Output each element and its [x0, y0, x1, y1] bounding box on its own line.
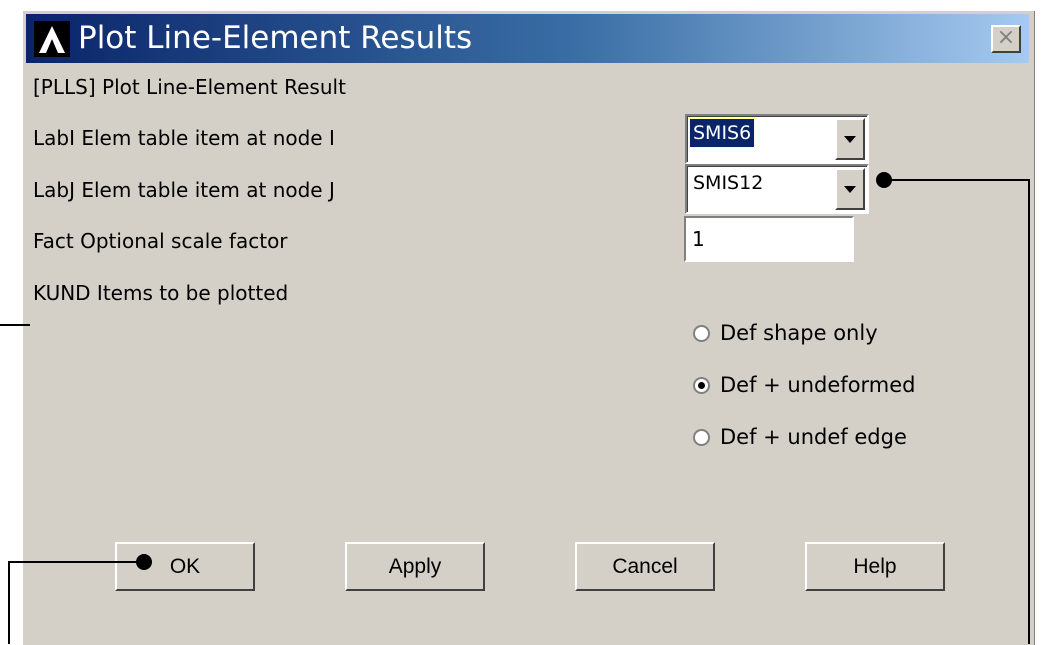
- close-icon: ×: [996, 25, 1016, 50]
- radio-label: Def shape only: [720, 321, 878, 345]
- command-label: [PLLS] Plot Line-Element Result: [33, 75, 346, 99]
- apply-button[interactable]: Apply: [345, 542, 485, 591]
- window-title: Plot Line-Element Results: [78, 20, 473, 56]
- fact-input[interactable]: 1: [684, 216, 854, 262]
- close-button[interactable]: ×: [991, 25, 1021, 53]
- ansys-logo-icon: [34, 21, 70, 57]
- radio-button-icon[interactable]: [693, 428, 710, 446]
- callout-line-ok: [8, 561, 144, 563]
- radio-label: Def + undef edge: [720, 425, 907, 449]
- plot-line-element-dialog: Plot Line-Element Results × [PLLS] Plot …: [22, 10, 1035, 645]
- radio-def-undeformed[interactable]: Def + undeformed: [693, 373, 916, 397]
- callout-line-labj-vertical: [1028, 179, 1030, 644]
- chevron-down-icon[interactable]: [835, 168, 865, 210]
- radio-label: Def + undeformed: [720, 373, 916, 397]
- labi-label: LabI Elem table item at node I: [33, 126, 335, 150]
- ok-button[interactable]: OK: [115, 542, 255, 591]
- kund-label: KUND Items to be plotted: [33, 281, 289, 305]
- fact-label: Fact Optional scale factor: [33, 229, 288, 253]
- help-button[interactable]: Help: [805, 542, 945, 591]
- radio-def-shape-only[interactable]: Def shape only: [693, 321, 878, 345]
- cancel-button[interactable]: Cancel: [575, 542, 715, 591]
- callout-line-ok-vertical: [8, 561, 10, 644]
- labj-value: SMIS12: [693, 172, 764, 194]
- labi-dropdown[interactable]: SMIS6: [685, 114, 869, 164]
- labj-label: LabJ Elem table item at node J: [33, 178, 335, 202]
- labi-value: SMIS6: [688, 118, 756, 148]
- callout-line-labj: [884, 179, 1029, 181]
- chevron-down-icon[interactable]: [835, 118, 865, 160]
- radio-button-icon[interactable]: [693, 324, 710, 342]
- callout-line-left: [0, 324, 30, 326]
- labj-dropdown[interactable]: SMIS12: [685, 164, 869, 214]
- radio-def-undef-edge[interactable]: Def + undef edge: [693, 425, 907, 449]
- radio-button-selected-icon[interactable]: [693, 376, 710, 394]
- title-bar[interactable]: Plot Line-Element Results ×: [26, 14, 1029, 63]
